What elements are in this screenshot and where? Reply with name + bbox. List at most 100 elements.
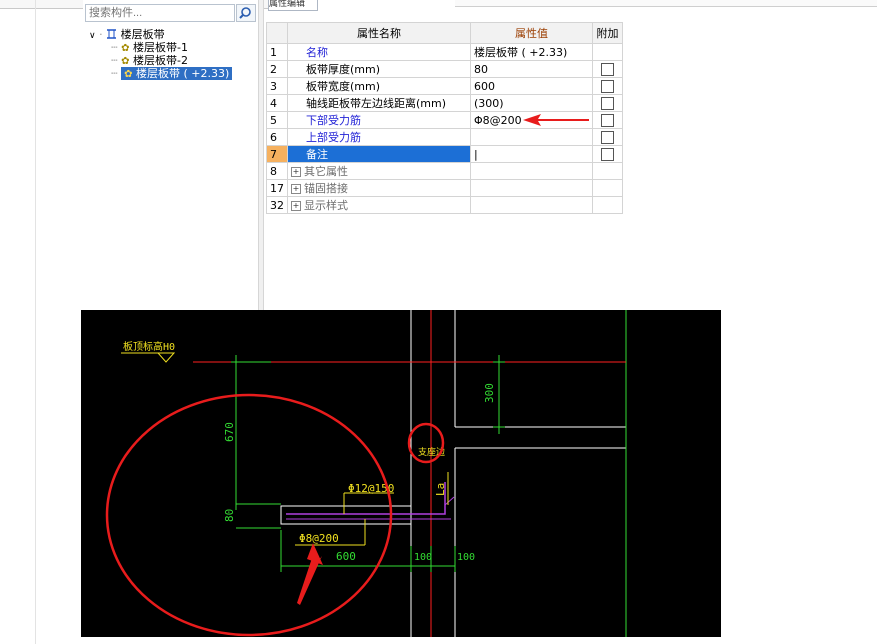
row-number: 3 <box>266 77 288 95</box>
search-button[interactable] <box>236 4 256 22</box>
property-value[interactable] <box>470 128 593 146</box>
tree-item-label: 楼层板带 ( +2.33) <box>136 67 230 80</box>
header-property-name: 属性名称 <box>287 22 471 44</box>
row-number: 6 <box>266 128 288 146</box>
dim-670-text: 670 <box>223 422 236 442</box>
property-grid: 属性名称 属性值 附加 1 名称 楼层板带 ( +2.33) 2 板带厚度(mm… <box>266 22 623 214</box>
row-number: 2 <box>266 60 288 78</box>
level-triangle <box>156 352 176 363</box>
table-row[interactable]: 4 轴线距板带左边线距离(mm) (300) <box>266 94 623 112</box>
table-row-selected[interactable]: 7 备注 | <box>266 145 623 163</box>
table-row[interactable]: 1 名称 楼层板带 ( +2.33) <box>266 43 623 61</box>
dotted-connector: · <box>99 28 103 41</box>
property-value <box>470 196 593 214</box>
cad-drawing: 板顶标高H0 670 80 Φ12@150 Φ8@200 La 600 100 … <box>81 310 721 637</box>
row-number: 5 <box>266 111 288 129</box>
header-index <box>266 22 288 44</box>
red-arrow-head <box>307 543 323 565</box>
property-value <box>470 179 593 197</box>
extra-cell <box>592 43 623 61</box>
rebar-bottom-label: Φ8@200 <box>299 532 339 545</box>
header-extra: 附加 <box>592 22 623 44</box>
tree-connector: ┄ <box>111 54 118 67</box>
property-name: 轴线距板带左边线距离(mm) <box>287 94 471 112</box>
extra-cell <box>592 128 623 146</box>
property-name: 下部受力筋 <box>287 111 471 129</box>
tree-item-selected[interactable]: ┄ ✿ 楼层板带 ( +2.33) <box>89 67 254 80</box>
group-name: 锚固搭接 <box>304 182 348 195</box>
extra-checkbox[interactable] <box>601 130 614 144</box>
property-name: 名称 <box>287 43 471 61</box>
extra-cell <box>592 94 623 112</box>
table-row[interactable]: 6 上部受力筋 <box>266 128 623 146</box>
property-name: 上部受力筋 <box>287 128 471 146</box>
expand-icon[interactable]: + <box>291 184 301 194</box>
property-value <box>470 162 593 180</box>
row-number: 8 <box>266 162 288 180</box>
tab-label: 属性编辑 <box>269 0 306 9</box>
dim-80-text: 80 <box>223 509 236 522</box>
row-number: 1 <box>266 43 288 61</box>
table-row[interactable]: 2 板带厚度(mm) 80 <box>266 60 623 78</box>
top-toolbar-strip-right <box>455 0 877 7</box>
property-value[interactable]: (300) <box>470 94 593 112</box>
search-icon <box>239 7 251 19</box>
dim-100-text: 100 <box>414 552 432 563</box>
table-row[interactable]: 5 下部受力筋 Φ8@200 <box>266 111 623 129</box>
group-row[interactable]: 17 + 锚固搭接 <box>266 179 623 197</box>
collapse-icon[interactable]: ∨ <box>89 31 96 41</box>
group-row[interactable]: 32 + 显示样式 <box>266 196 623 214</box>
slab-band-type-icon <box>107 29 117 39</box>
table-row[interactable]: 3 板带宽度(mm) 600 <box>266 77 623 95</box>
tree-item-label: 楼层板带-1 <box>133 41 188 54</box>
rebar-hook <box>444 496 455 506</box>
row-number: 4 <box>266 94 288 112</box>
tree-item[interactable]: ┄ ✿ 楼层板带-2 <box>89 54 254 67</box>
search-input[interactable] <box>85 4 235 22</box>
extra-cell <box>592 77 623 95</box>
extra-cell <box>592 196 623 214</box>
property-value-input[interactable]: | <box>470 145 593 163</box>
tree-connector: ┄ <box>111 41 118 54</box>
property-name: 板带厚度(mm) <box>287 60 471 78</box>
property-value[interactable]: 楼层板带 ( +2.33) <box>470 43 593 61</box>
grid-header: 属性名称 属性值 附加 <box>266 22 623 44</box>
extra-cell <box>592 60 623 78</box>
gear-icon: ✿ <box>121 56 130 67</box>
row-number: 17 <box>266 179 288 197</box>
component-tree: ∨ · 楼层板带 ┄ ✿ 楼层板带-1 ┄ ✿ 楼层板带-2 ┄ ✿ 楼层板带 … <box>89 28 254 80</box>
dim-600-text: 600 <box>336 550 356 563</box>
left-divider <box>35 0 36 644</box>
tree-root[interactable]: ∨ · 楼层板带 <box>89 28 254 41</box>
extra-checkbox[interactable] <box>601 96 614 110</box>
expand-icon[interactable]: + <box>291 167 301 177</box>
group-name: 其它属性 <box>304 165 348 178</box>
property-value-cell[interactable]: Φ8@200 <box>470 111 593 129</box>
extra-checkbox[interactable] <box>601 147 614 161</box>
expand-icon[interactable]: + <box>291 201 301 211</box>
red-arrow-annotation <box>523 114 589 126</box>
la-label: La <box>434 483 447 496</box>
tree-item-label: 楼层板带-2 <box>133 54 188 67</box>
property-value[interactable]: 80 <box>470 60 593 78</box>
panel-splitter[interactable] <box>258 0 264 310</box>
tree-root-label: 楼层板带 <box>120 28 165 41</box>
extra-checkbox[interactable] <box>601 79 614 93</box>
property-value[interactable]: 600 <box>470 77 593 95</box>
extra-checkbox[interactable] <box>601 62 614 76</box>
extra-cell <box>592 179 623 197</box>
header-property-value: 属性值 <box>470 22 593 44</box>
group-name: 显示样式 <box>304 199 348 212</box>
tree-connector: ┄ <box>111 67 118 80</box>
extra-cell <box>592 111 623 129</box>
red-circle-annotation <box>105 393 393 637</box>
row-number: 32 <box>266 196 288 214</box>
cad-svg: 板顶标高H0 670 80 Φ12@150 Φ8@200 La 600 100 … <box>105 310 627 637</box>
property-value: Φ8@200 <box>474 113 522 127</box>
row-number: 7 <box>266 145 288 163</box>
tree-item[interactable]: ┄ ✿ 楼层板带-1 <box>89 41 254 54</box>
group-row[interactable]: 8 + 其它属性 <box>266 162 623 180</box>
dim-300-text: 300 <box>483 383 496 403</box>
tab-property-editor[interactable]: 属性编辑 <box>268 0 318 11</box>
extra-checkbox[interactable] <box>601 113 614 127</box>
